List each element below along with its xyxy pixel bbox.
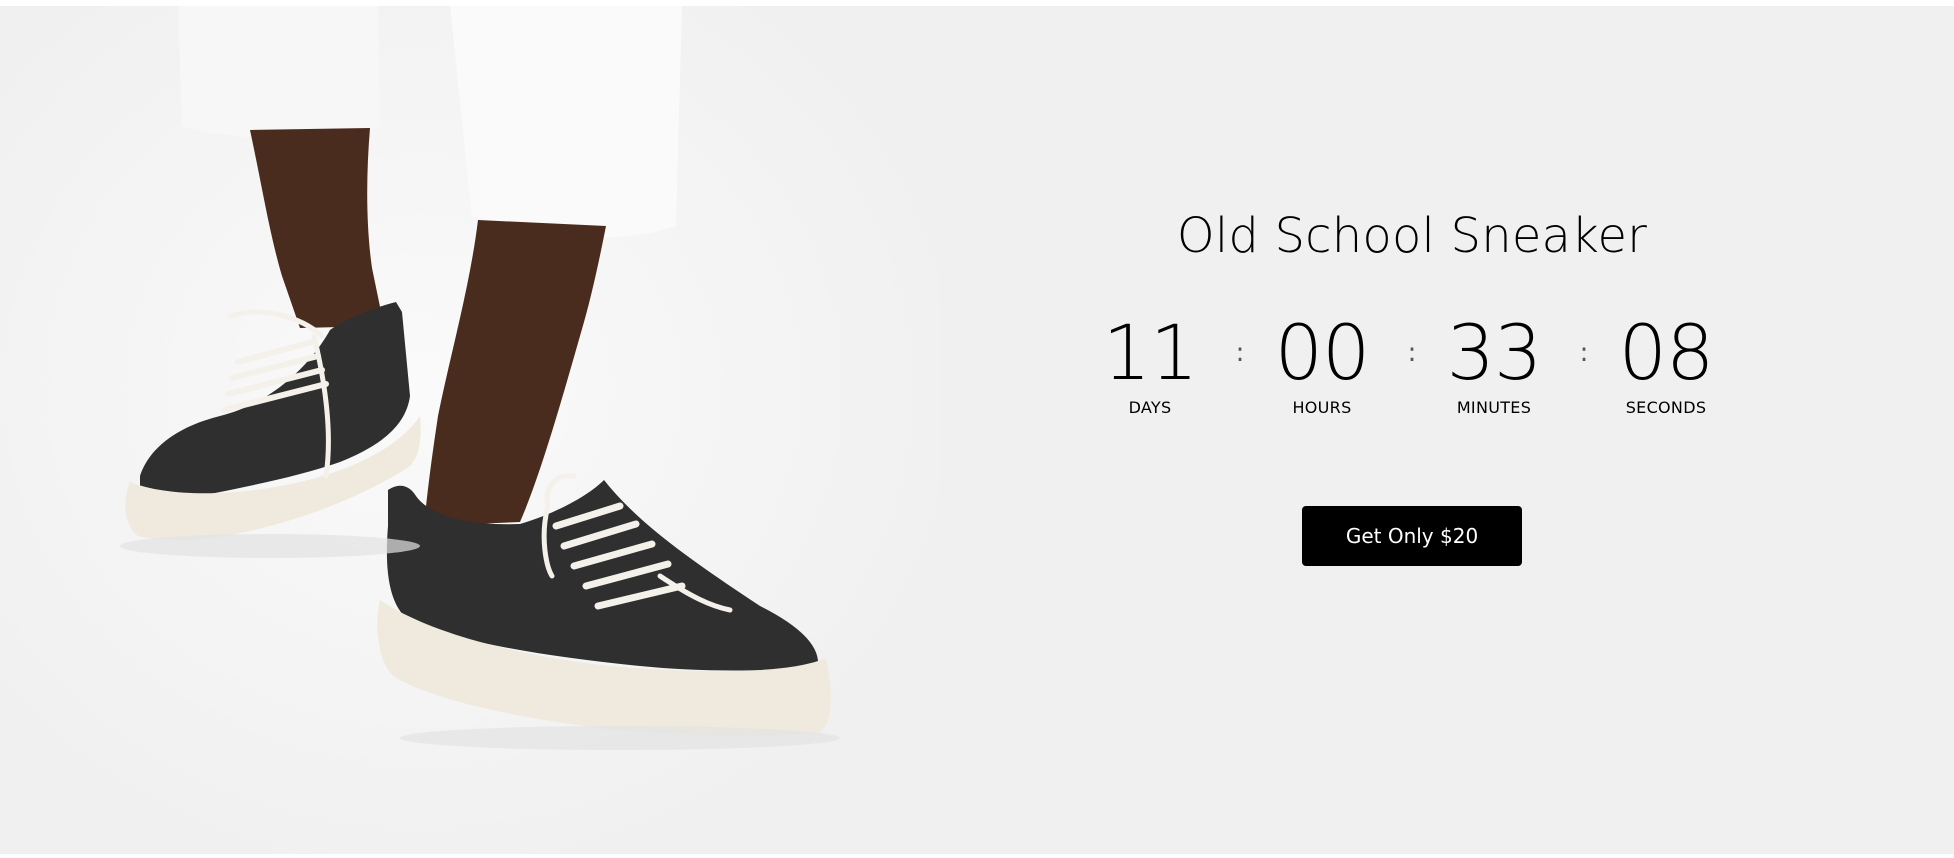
countdown-days-value: 11	[1102, 308, 1199, 397]
countdown-minutes-label: MINUTES	[1456, 398, 1532, 417]
countdown-hours-label: HOURS	[1292, 398, 1352, 417]
countdown-minutes: 33 MINUTES	[1424, 308, 1564, 418]
countdown-hours-value: 00	[1274, 308, 1371, 397]
countdown-separator: :	[1407, 338, 1417, 368]
countdown-timer: 11 DAYS : 00 HOURS : 33 MINUTES : 08 SEC…	[1080, 312, 1744, 432]
get-offer-button[interactable]: Get Only $20	[1302, 506, 1522, 566]
product-title: Old School Sneaker	[1176, 208, 1648, 264]
countdown-days: 11 DAYS	[1080, 308, 1220, 418]
countdown-seconds: 08 SECONDS	[1596, 308, 1736, 418]
countdown-seconds-value: 08	[1618, 308, 1715, 397]
countdown-separator: :	[1579, 338, 1589, 368]
promo-banner: Old School Sneaker 11 DAYS : 00 HOURS : …	[0, 6, 1954, 854]
countdown-hours: 00 HOURS	[1252, 308, 1392, 418]
countdown-seconds-label: SECONDS	[1625, 398, 1707, 417]
promo-content: Old School Sneaker 11 DAYS : 00 HOURS : …	[1080, 206, 1744, 566]
sneakers-photo	[0, 6, 940, 854]
countdown-minutes-value: 33	[1446, 308, 1543, 397]
countdown-separator: :	[1235, 338, 1245, 368]
countdown-days-label: DAYS	[1128, 398, 1172, 417]
